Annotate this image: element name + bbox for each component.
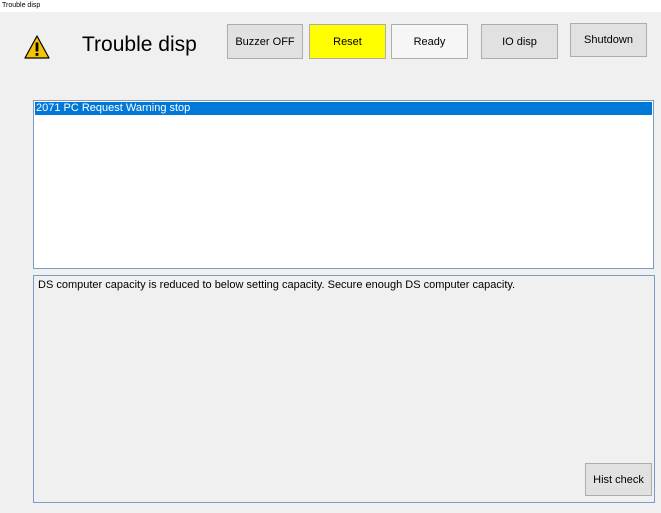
page-title: Trouble disp — [82, 33, 197, 56]
window-titlebar: Trouble disp — [0, 0, 661, 12]
shutdown-button[interactable]: Shutdown — [570, 23, 647, 57]
hist-check-button[interactable]: Hist check — [585, 463, 652, 496]
trouble-disp-window: Trouble disp Trouble disp Buzzer OFF Res… — [0, 0, 661, 513]
ready-button[interactable]: Ready — [391, 24, 468, 59]
trouble-list[interactable]: 2071 PC Request Warning stop — [33, 100, 654, 269]
list-item[interactable]: 2071 PC Request Warning stop — [35, 102, 652, 115]
trouble-detail-box: DS computer capacity is reduced to below… — [33, 275, 655, 503]
reset-button[interactable]: Reset — [309, 24, 386, 59]
warning-icon — [24, 34, 50, 60]
trouble-detail-text: DS computer capacity is reduced to below… — [38, 279, 516, 291]
io-disp-button[interactable]: IO disp — [481, 24, 558, 59]
buzzer-off-button[interactable]: Buzzer OFF — [227, 24, 303, 59]
